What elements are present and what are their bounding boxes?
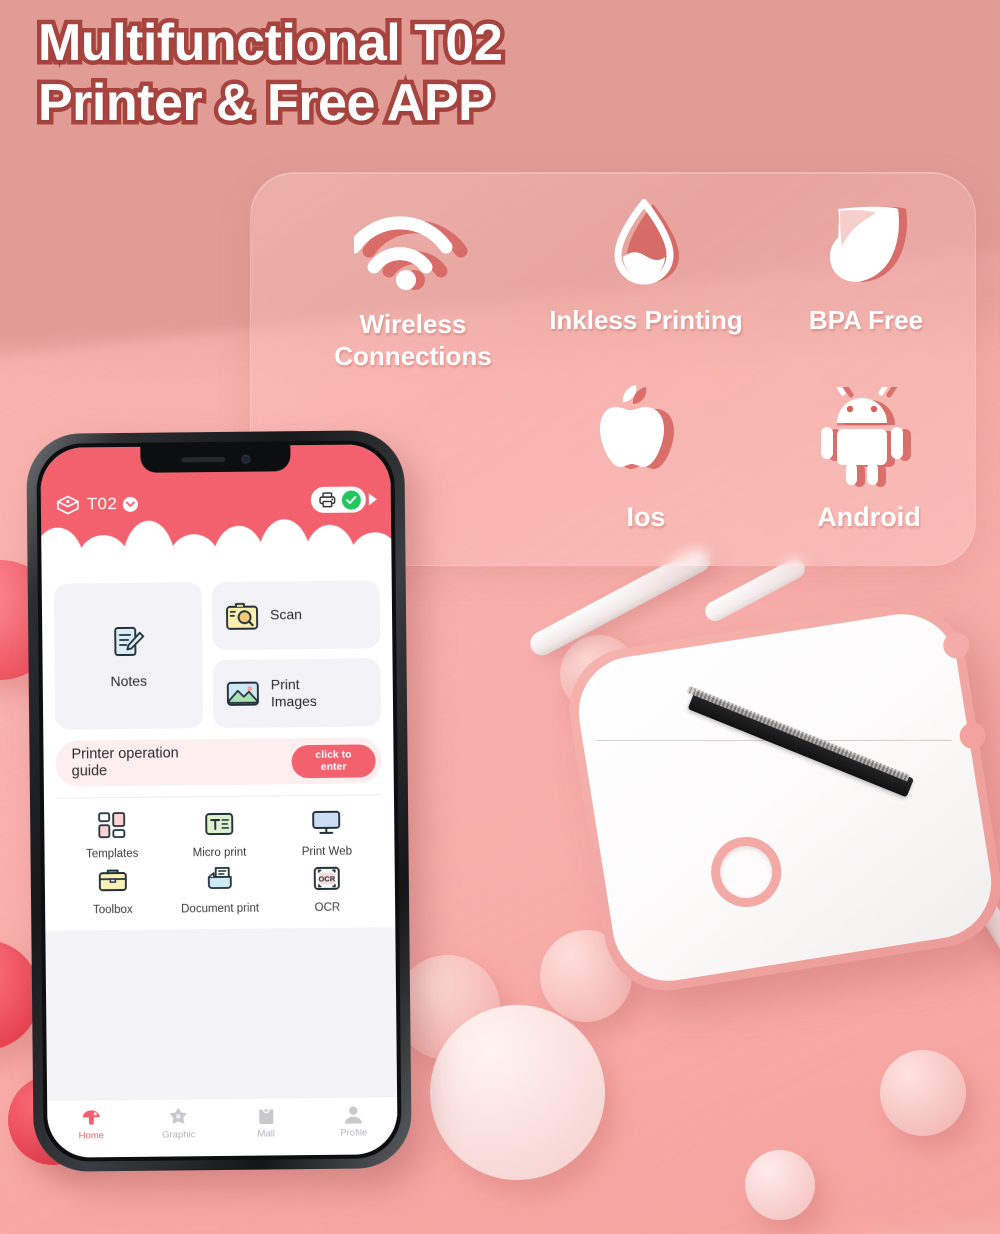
feature-android-label: Android <box>817 502 921 532</box>
cloud-bumps <box>40 518 398 566</box>
templates-icon <box>96 810 128 840</box>
grid-item-document-print[interactable]: Document print <box>166 864 274 915</box>
page-title: Multifunctional T02 Printer & Free APP <box>33 10 507 137</box>
phone-mockup: T02 Notes Scan Print Images Printer oper… <box>26 430 412 1172</box>
ocr-icon: OCR <box>311 864 343 894</box>
device-model-label: T02 <box>86 494 118 514</box>
notes-card-label: Notes <box>110 672 148 690</box>
feature-wireless-label: Wireless Connections <box>334 309 492 371</box>
feature-wireless: Wireless Connections <box>273 203 553 372</box>
feature-ios: Ios <box>519 385 773 534</box>
phone-screen: T02 Notes Scan Print Images Printer oper… <box>40 444 398 1158</box>
tab-graphic[interactable]: Graphic <box>135 1106 223 1141</box>
scan-card[interactable]: Scan <box>211 580 381 651</box>
star-icon <box>167 1106 189 1126</box>
tab-profile-label: Profile <box>340 1127 368 1139</box>
grid-label-micro-print: Micro print <box>192 846 247 860</box>
grid-label-print-web: Print Web <box>301 845 353 859</box>
phone-bezel: T02 Notes Scan Print Images Printer oper… <box>36 440 402 1162</box>
grid-item-micro-print[interactable]: Micro print <box>165 808 273 859</box>
printer-operation-guide-label: Printer operation guide <box>71 745 179 780</box>
earpiece-speaker <box>180 456 225 462</box>
tab-graphic-label: Graphic <box>162 1129 196 1141</box>
grid-item-templates[interactable]: Templates <box>58 810 166 861</box>
grid-label-toolbox: Toolbox <box>92 903 133 917</box>
bottom-tabbar: Home Graphic Mall Profile <box>47 1096 398 1158</box>
printer-status[interactable] <box>310 486 377 514</box>
triangle-right-icon[interactable] <box>368 493 377 506</box>
bag-icon <box>255 1105 277 1125</box>
front-camera <box>240 454 250 464</box>
tab-profile[interactable]: Profile <box>310 1104 398 1139</box>
click-to-enter-button[interactable]: click to enter <box>291 743 376 778</box>
tab-mall[interactable]: Mall <box>222 1105 310 1140</box>
grid-label-templates: Templates <box>85 847 139 861</box>
tab-home[interactable]: Home <box>47 1107 135 1142</box>
decor-sphere <box>880 1050 966 1136</box>
page-title-line-2: Printer & Free APP <box>33 69 497 136</box>
feature-android: Android <box>763 387 975 534</box>
scan-camera-icon <box>225 601 259 631</box>
chevron-down-icon[interactable] <box>123 496 139 512</box>
print-images-card-label: Print Images <box>270 676 317 710</box>
print-images-card[interactable]: Print Images <box>212 658 382 729</box>
notes-card[interactable]: Notes <box>53 582 204 730</box>
phone-notch <box>140 445 291 473</box>
tab-home-label: Home <box>78 1130 104 1142</box>
wifi-icon <box>273 203 553 295</box>
notes-icon <box>108 623 148 663</box>
grid-label-document-print: Document print <box>181 902 260 916</box>
printer-box-icon <box>55 493 81 515</box>
printer-icon <box>319 492 336 508</box>
grid-item-ocr[interactable]: OCR OCR <box>273 863 381 914</box>
toolbox-icon <box>96 866 128 896</box>
feature-grid: Templates Micro print Print Web Toolbox … <box>56 795 383 930</box>
svg-text:OCR: OCR <box>319 874 336 883</box>
document-print-icon <box>204 865 236 895</box>
apple-icon <box>519 385 773 487</box>
micro-print-icon <box>203 809 235 839</box>
feature-inkless-label: Inkless Printing <box>549 305 743 335</box>
page-title-line-1: Multifunctional T02 <box>33 10 507 77</box>
grid-item-toolbox[interactable]: Toolbox <box>59 866 167 917</box>
t02-printer-product <box>560 595 1000 1000</box>
decor-sphere <box>430 1005 605 1180</box>
grid-label-ocr: OCR <box>314 901 341 915</box>
content-filler <box>45 927 398 1101</box>
status-pill[interactable] <box>310 486 366 514</box>
quick-actions-column: Scan Print Images <box>211 580 382 729</box>
grid-item-print-web[interactable]: Print Web <box>273 807 381 858</box>
tab-mall-label: Mall <box>257 1128 276 1140</box>
leaf-icon <box>761 199 971 291</box>
phone-frame: T02 Notes Scan Print Images Printer oper… <box>26 430 412 1172</box>
feature-bpa-free-label: BPA Free <box>808 305 924 335</box>
person-icon <box>342 1104 364 1124</box>
quick-actions: Notes Scan Print Images <box>53 580 382 730</box>
feature-inkless: Inkless Printing <box>521 199 771 337</box>
monitor-icon <box>310 808 342 838</box>
decor-sphere <box>745 1150 815 1220</box>
check-circle-icon <box>341 489 361 510</box>
scan-card-label: Scan <box>269 606 303 623</box>
device-selector[interactable]: T02 <box>55 493 139 516</box>
droplet-icon <box>521 199 771 291</box>
image-icon <box>226 679 260 709</box>
mushroom-icon <box>80 1107 102 1127</box>
app-body: Notes Scan Print Images Printer operatio… <box>41 576 396 931</box>
feature-bpa-free: BPA Free <box>761 199 971 337</box>
android-icon <box>763 387 975 487</box>
cloud-decoration <box>40 518 398 566</box>
feature-ios-label: Ios <box>626 502 666 532</box>
printer-operation-guide[interactable]: Printer operation guide click to enter <box>55 737 382 787</box>
